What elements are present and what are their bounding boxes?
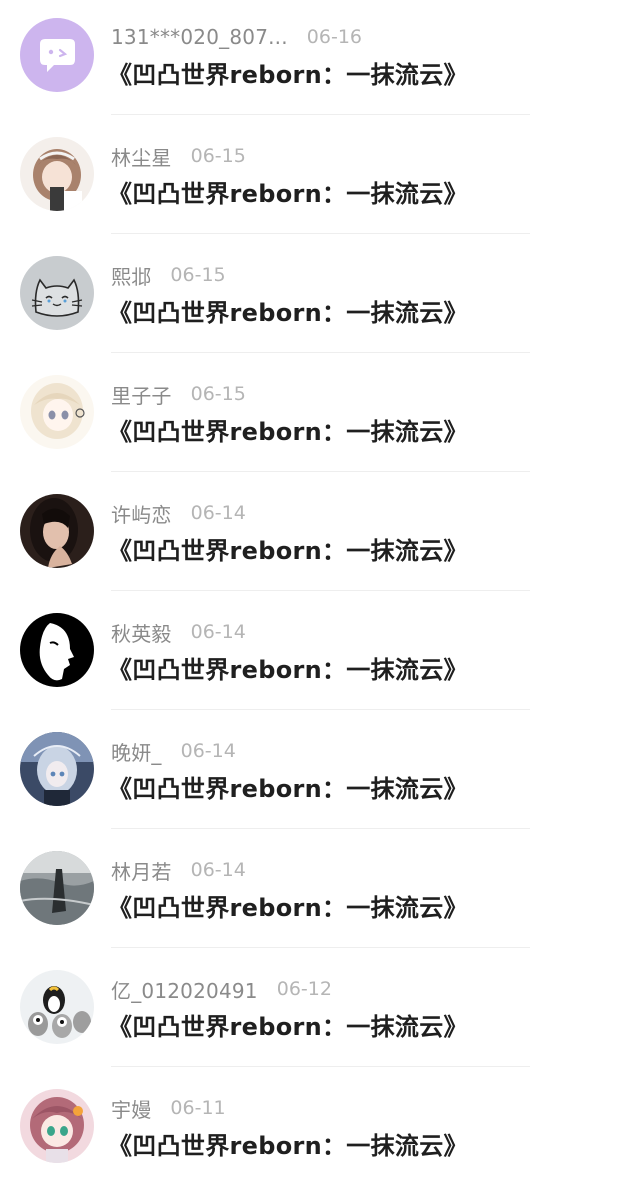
list-item[interactable]: 里子子 06-15 《凹凸世界reborn：一抹流云》 — [0, 357, 640, 476]
divider — [111, 114, 530, 115]
list-item[interactable]: 晚妍_ 06-14 《凹凸世界reborn：一抹流云》 — [0, 714, 640, 833]
list-item[interactable]: 林尘星 06-15 《凹凸世界reborn：一抹流云》 — [0, 119, 640, 238]
anime-girl-icon — [20, 137, 94, 211]
avatar[interactable] — [20, 970, 94, 1044]
username[interactable]: 131***020_807... — [111, 25, 288, 49]
divider — [111, 471, 530, 472]
book-title[interactable]: 《凹凸世界reborn：一抹流云》 — [108, 769, 468, 804]
username[interactable]: 熙邶 — [111, 261, 151, 290]
anime-girl-icon — [20, 375, 94, 449]
username[interactable]: 晚妍_ — [111, 737, 162, 766]
avatar[interactable] — [20, 375, 94, 449]
book-title[interactable]: 《凹凸世界reborn：一抹流云》 — [108, 293, 468, 328]
timestamp: 06-14 — [190, 502, 246, 524]
list-item[interactable]: 131***020_807... 06-16 《凹凸世界reborn：一抹流云》 — [0, 0, 640, 119]
chat-bubble-icon — [20, 18, 94, 92]
avatar[interactable] — [20, 494, 94, 568]
book-title[interactable]: 《凹凸世界reborn：一抹流云》 — [108, 531, 468, 566]
divider — [111, 233, 530, 234]
penguin-icon — [20, 970, 94, 1044]
photo-icon — [20, 851, 94, 925]
username[interactable]: 亿_012020491 — [111, 975, 258, 1004]
username[interactable]: 林月若 — [111, 856, 172, 885]
divider — [111, 709, 530, 710]
timestamp: 06-16 — [306, 26, 363, 48]
divider — [111, 352, 530, 353]
timestamp: 06-12 — [276, 978, 332, 1000]
anime-girl-icon — [20, 1089, 94, 1163]
comment-list: 131***020_807... 06-16 《凹凸世界reborn：一抹流云》… — [0, 0, 640, 1180]
username[interactable]: 林尘星 — [111, 142, 172, 171]
timestamp: 06-11 — [170, 1097, 226, 1119]
list-item[interactable]: 宇嫚 06-11 《凹凸世界reborn：一抹流云》 — [0, 1071, 640, 1190]
book-title[interactable]: 《凹凸世界reborn：一抹流云》 — [108, 1126, 468, 1161]
timestamp: 06-14 — [190, 859, 246, 881]
timestamp: 06-14 — [190, 621, 246, 643]
book-title[interactable]: 《凹凸世界reborn：一抹流云》 — [108, 1007, 468, 1042]
avatar[interactable] — [20, 613, 94, 687]
divider — [111, 1066, 530, 1067]
book-title[interactable]: 《凹凸世界reborn：一抹流云》 — [108, 412, 468, 447]
book-title[interactable]: 《凹凸世界reborn：一抹流云》 — [108, 174, 468, 209]
timestamp: 06-15 — [170, 264, 226, 286]
avatar[interactable] — [20, 732, 94, 806]
username[interactable]: 秋英毅 — [111, 618, 172, 647]
divider — [111, 828, 530, 829]
photo-icon — [20, 494, 94, 568]
username[interactable]: 宇嫚 — [111, 1094, 151, 1123]
timestamp: 06-14 — [180, 740, 236, 762]
divider — [111, 590, 530, 591]
anime-girl-icon — [20, 732, 94, 806]
avatar[interactable] — [20, 1089, 94, 1163]
timestamp: 06-15 — [190, 383, 246, 405]
cat-icon — [20, 256, 94, 330]
book-title[interactable]: 《凹凸世界reborn：一抹流云》 — [108, 55, 468, 90]
divider — [111, 947, 530, 948]
list-item[interactable]: 林月若 06-14 《凹凸世界reborn：一抹流云》 — [0, 833, 640, 952]
username[interactable]: 许屿恋 — [111, 499, 172, 528]
list-item[interactable]: 许屿恋 06-14 《凹凸世界reborn：一抹流云》 — [0, 476, 640, 595]
avatar[interactable] — [20, 137, 94, 211]
list-item[interactable]: 熙邶 06-15 《凹凸世界reborn：一抹流云》 — [0, 238, 640, 357]
avatar[interactable] — [20, 256, 94, 330]
list-item[interactable]: 秋英毅 06-14 《凹凸世界reborn：一抹流云》 — [0, 595, 640, 714]
mask-face-icon — [20, 613, 94, 687]
list-item[interactable]: 亿_012020491 06-12 《凹凸世界reborn：一抹流云》 — [0, 952, 640, 1071]
book-title[interactable]: 《凹凸世界reborn：一抹流云》 — [108, 650, 468, 685]
book-title[interactable]: 《凹凸世界reborn：一抹流云》 — [108, 888, 468, 923]
avatar[interactable] — [20, 851, 94, 925]
avatar[interactable] — [20, 18, 94, 92]
username[interactable]: 里子子 — [111, 380, 172, 409]
timestamp: 06-15 — [190, 145, 246, 167]
